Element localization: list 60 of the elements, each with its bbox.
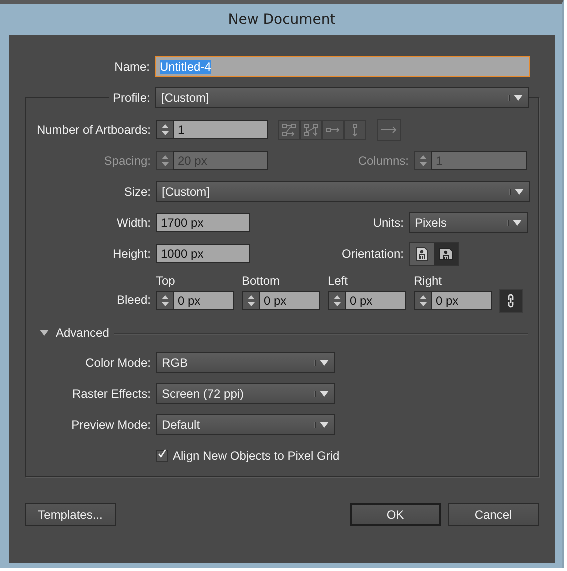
artboards-label: Number of Artboards: bbox=[36, 122, 152, 136]
triangle-icon bbox=[40, 330, 49, 336]
portrait-button[interactable] bbox=[410, 242, 434, 264]
name-label: Name: bbox=[114, 60, 151, 74]
spacing-label: Spacing: bbox=[103, 154, 152, 168]
checkbox[interactable] bbox=[156, 450, 168, 462]
bleed-side-label: Bottom bbox=[242, 274, 282, 290]
bleed-field[interactable]: 0 px bbox=[173, 291, 234, 310]
spinner[interactable] bbox=[156, 151, 173, 170]
columns-label: Columns: bbox=[357, 154, 410, 168]
arrange-by-row-button[interactable] bbox=[322, 120, 344, 140]
link-icon bbox=[507, 293, 515, 309]
landscape-button[interactable] bbox=[434, 242, 458, 264]
checkbox-label: Align New Objects to Pixel Grid bbox=[173, 448, 340, 462]
field-label: Raster Effects: bbox=[72, 386, 152, 400]
dialog-button[interactable]: Cancel bbox=[448, 503, 539, 526]
orientation-label: Orientation: bbox=[340, 246, 405, 260]
dialog-button[interactable]: OK bbox=[350, 503, 441, 526]
grid-by-column-icon bbox=[303, 122, 319, 136]
bleed-field[interactable]: 0 px bbox=[259, 291, 320, 310]
units-dropdown[interactable]: Pixels bbox=[409, 212, 528, 233]
window-title: New Document bbox=[228, 12, 336, 28]
dropdown[interactable]: Screen (72 ppi) bbox=[156, 383, 335, 404]
spinner[interactable] bbox=[242, 291, 259, 310]
width-field[interactable]: 1700 px bbox=[156, 213, 250, 232]
spinner[interactable] bbox=[156, 291, 173, 310]
link-button[interactable] bbox=[499, 289, 523, 313]
grid-by-column-button[interactable] bbox=[300, 120, 322, 140]
bleed-field[interactable]: 0 px bbox=[345, 291, 406, 310]
arrow-icon bbox=[380, 124, 398, 134]
arrange-by-column-button[interactable] bbox=[344, 120, 366, 140]
height-field[interactable]: 1000 px bbox=[156, 244, 250, 263]
grid-by-row-icon bbox=[281, 122, 297, 136]
bleed-side-label: Top bbox=[156, 274, 176, 290]
spinner[interactable] bbox=[414, 151, 431, 170]
width-label: Width: bbox=[116, 216, 152, 230]
units-label: Units: bbox=[372, 216, 405, 230]
advanced-toggle[interactable]: Advanced bbox=[40, 326, 110, 340]
page-figure-icon bbox=[415, 246, 429, 262]
artboards-field[interactable]: 1 bbox=[173, 120, 268, 139]
size-dropdown[interactable]: [Custom] bbox=[156, 181, 530, 202]
dropdown[interactable]: Default bbox=[156, 414, 335, 435]
bleed-field[interactable]: 0 px bbox=[431, 291, 492, 310]
dropdown[interactable]: RGB bbox=[156, 352, 335, 373]
bleed-side-label: Right bbox=[414, 274, 444, 290]
profile-dropdown[interactable]: [Custom] bbox=[155, 87, 530, 108]
spinner[interactable] bbox=[328, 291, 345, 310]
bleed-side-label: Left bbox=[328, 274, 350, 290]
spinner[interactable] bbox=[156, 120, 173, 139]
field-label: Preview Mode: bbox=[70, 418, 152, 432]
spinner[interactable] bbox=[414, 291, 431, 310]
profile-label: Profile: bbox=[109, 90, 156, 104]
grid-by-row-button[interactable] bbox=[278, 120, 300, 140]
height-label: Height: bbox=[112, 246, 152, 260]
size-label: Size: bbox=[123, 184, 152, 198]
page-figure-icon bbox=[438, 246, 454, 262]
field-label: Color Mode: bbox=[84, 356, 152, 370]
arrow-button[interactable] bbox=[377, 118, 401, 140]
dialog-button[interactable]: Templates... bbox=[25, 503, 116, 526]
bleed-label: Bleed: bbox=[116, 292, 152, 309]
